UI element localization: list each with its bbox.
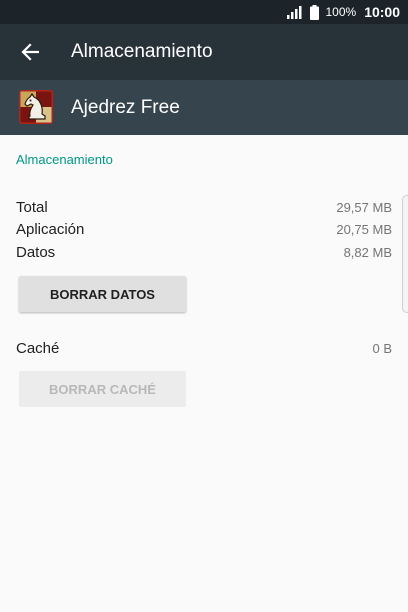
row-label: Datos	[16, 243, 56, 261]
storage-row-total: Total 29,57 MB	[16, 196, 392, 218]
app-header: Ajedrez Free	[0, 80, 408, 135]
section-title: Almacenamiento	[16, 152, 113, 167]
row-label: Total	[16, 198, 48, 216]
back-button[interactable]	[6, 28, 54, 76]
chess-knight-icon	[19, 90, 53, 124]
scroll-handle[interactable]	[402, 195, 408, 313]
arrow-left-icon	[21, 43, 39, 61]
app-name: Ajedrez Free	[71, 97, 180, 118]
row-value: 29,57 MB	[336, 199, 392, 215]
storage-row-cache: Caché 0 B	[16, 337, 392, 359]
row-label: Caché	[16, 339, 60, 357]
battery-percentage: 100%	[325, 5, 357, 19]
battery-icon	[310, 4, 320, 20]
status-indicators: 100% 10:00	[287, 0, 400, 24]
row-value: 8,82 MB	[343, 244, 392, 260]
signal-icon	[287, 5, 302, 19]
storage-row-data: Datos 8,82 MB	[16, 241, 392, 263]
status-bar: 100% 10:00	[0, 0, 408, 24]
row-label: Aplicación	[16, 220, 85, 238]
page-title: Almacenamiento	[71, 41, 213, 62]
row-value: 20,75 MB	[336, 221, 392, 237]
row-value: 0 B	[372, 340, 392, 356]
clear-cache-button: BORRAR CACHÉ	[19, 371, 186, 407]
clear-data-button[interactable]: BORRAR DATOS	[19, 276, 186, 312]
clock: 10:00	[364, 4, 400, 20]
toolbar: Almacenamiento	[0, 24, 408, 80]
storage-row-app: Aplicación 20,75 MB	[16, 218, 392, 240]
